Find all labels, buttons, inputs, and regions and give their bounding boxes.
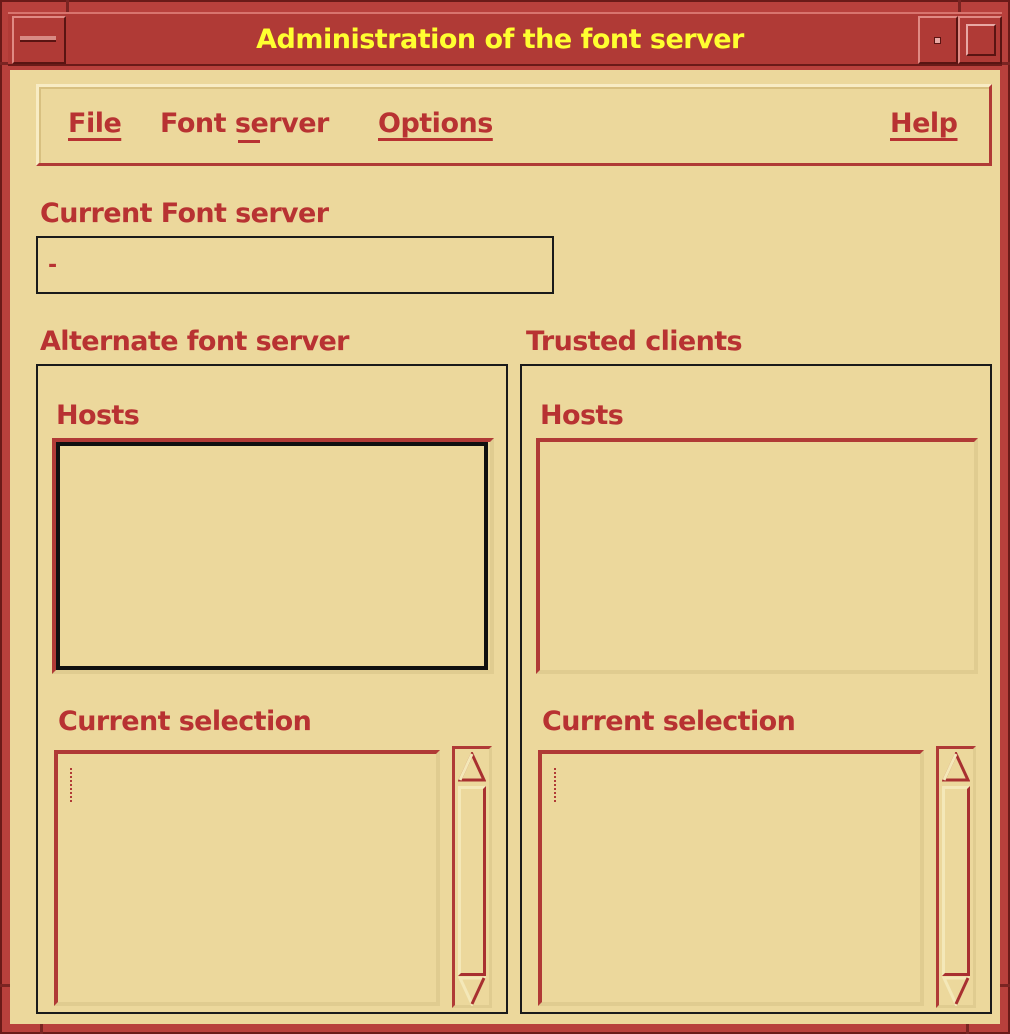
menu-options-label: Options <box>378 108 493 139</box>
text-cursor-icon <box>70 768 76 802</box>
maximize-icon <box>966 24 996 56</box>
alternate-scroll-thumb[interactable] <box>458 786 486 976</box>
trusted-hosts-label: Hosts <box>540 400 624 431</box>
menu-options[interactable]: Options <box>378 104 508 144</box>
text-cursor-icon <box>554 768 560 802</box>
alternate-hosts-focus <box>56 442 488 670</box>
alternate-selection-label: Current selection <box>58 706 312 737</box>
current-server-label: Current Font server <box>40 198 329 229</box>
alternate-selection-text[interactable] <box>54 750 440 1006</box>
menu-file[interactable]: File <box>68 104 128 144</box>
frame-notch <box>40 1024 43 1034</box>
scroll-down-arrow-icon[interactable] <box>942 976 970 1006</box>
frame-notch <box>66 0 69 12</box>
frame-notch <box>1000 984 1010 987</box>
menu-file-label: File <box>68 108 122 139</box>
alternate-hosts-label: Hosts <box>56 400 140 431</box>
trusted-hosts-list[interactable] <box>536 438 978 674</box>
trusted-group-label: Trusted clients <box>526 326 743 357</box>
trusted-scroll-thumb[interactable] <box>942 786 970 976</box>
window-menu-icon <box>20 36 56 42</box>
menu-help-label: Help <box>890 108 958 139</box>
menu-font-server[interactable]: Font server <box>160 104 350 144</box>
alternate-group-label: Alternate font server <box>40 326 350 357</box>
frame-notch <box>966 1024 969 1034</box>
scroll-up-arrow-icon[interactable] <box>942 752 970 784</box>
frame-notch <box>958 0 961 12</box>
frame-notch <box>0 984 10 987</box>
minimize-icon <box>934 37 941 44</box>
window-title: Administration of the font server <box>256 24 744 55</box>
scroll-up-arrow-icon[interactable] <box>458 752 486 784</box>
menu-font-server-label: Font server <box>160 108 329 139</box>
trusted-selection-label: Current selection <box>542 706 796 737</box>
menu-help[interactable]: Help <box>890 104 970 144</box>
trusted-selection-text[interactable] <box>538 750 924 1006</box>
menu-font-server-mnemonic <box>238 140 260 143</box>
current-server-value: - <box>48 253 58 278</box>
scroll-down-arrow-icon[interactable] <box>458 976 486 1006</box>
